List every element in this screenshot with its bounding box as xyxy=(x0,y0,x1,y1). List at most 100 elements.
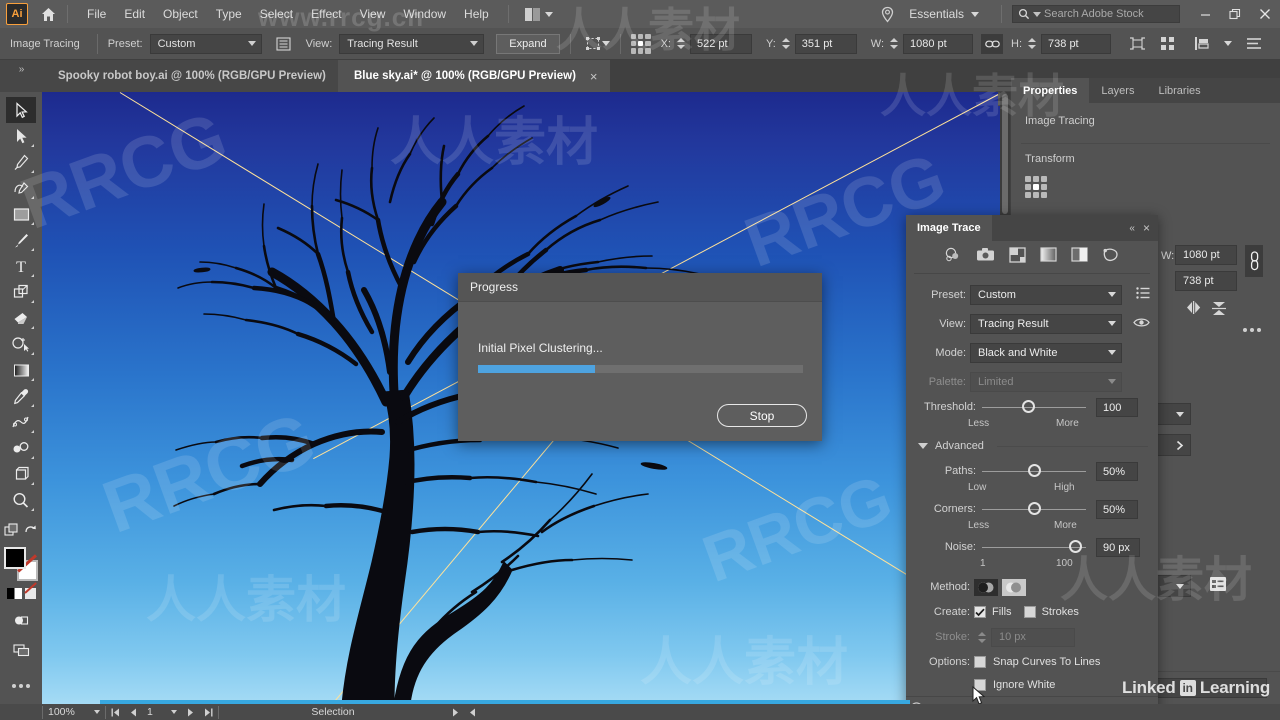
h-field[interactable]: 738 pt xyxy=(1041,33,1112,54)
pen-tool[interactable] xyxy=(6,149,36,175)
eyedropper-tool[interactable] xyxy=(6,383,36,409)
h-stepper[interactable] xyxy=(1026,38,1038,49)
list-options-icon[interactable] xyxy=(1209,576,1227,592)
first-page-icon[interactable] xyxy=(106,704,125,720)
scale-tool[interactable] xyxy=(6,279,36,305)
h-field[interactable]: 738 pt xyxy=(1175,271,1237,291)
reset-icon[interactable] xyxy=(21,517,40,543)
location-pin-icon[interactable] xyxy=(880,6,895,23)
y-stepper[interactable] xyxy=(780,38,792,49)
shape-builder-tool[interactable] xyxy=(6,331,36,357)
low-fidelity-photo-icon[interactable] xyxy=(1009,246,1026,268)
eye-icon[interactable] xyxy=(1133,315,1150,333)
w-stepper[interactable] xyxy=(888,38,900,49)
collapse-panel-icon[interactable]: « xyxy=(1129,223,1134,234)
selection-tool[interactable] xyxy=(6,97,36,123)
image-trace-panel-icon[interactable] xyxy=(272,33,296,55)
preset-dropdown[interactable]: Custom xyxy=(970,284,1122,305)
last-page-icon[interactable] xyxy=(199,704,218,720)
change-screen-mode-icon[interactable] xyxy=(2,517,21,543)
corners-value-field[interactable]: 50% xyxy=(1096,500,1138,519)
type-tool[interactable]: T xyxy=(6,253,36,279)
stop-button[interactable]: Stop xyxy=(717,404,807,427)
eraser-tool[interactable] xyxy=(6,305,36,331)
x-stepper[interactable] xyxy=(675,38,687,49)
link-dimensions-icon[interactable] xyxy=(981,33,1004,54)
symbol-sprayer-tool[interactable] xyxy=(6,435,36,461)
menu-type[interactable]: Type xyxy=(207,3,251,25)
noise-slider-knob[interactable] xyxy=(1069,540,1083,553)
next-page-icon[interactable] xyxy=(182,704,199,720)
strokes-checkbox[interactable] xyxy=(1023,606,1036,618)
outline-icon[interactable] xyxy=(1102,247,1120,268)
overlapping-method-icon[interactable] xyxy=(1002,578,1026,596)
close-button[interactable] xyxy=(1250,0,1280,28)
home-icon[interactable] xyxy=(40,6,57,23)
none-swatch-icon[interactable] xyxy=(24,588,36,599)
high-fidelity-photo-icon[interactable] xyxy=(976,247,995,267)
x-field[interactable]: 522 pt xyxy=(689,33,752,54)
flip-horizontal-icon[interactable] xyxy=(1185,300,1202,315)
snap-curves-checkbox[interactable] xyxy=(974,656,986,668)
menu-view[interactable]: View xyxy=(351,3,395,25)
view-dropdown[interactable]: Tracing Result xyxy=(339,33,485,54)
menu-effect[interactable]: Effect xyxy=(302,3,350,25)
menu-file[interactable]: File xyxy=(78,3,115,25)
more-options-icon[interactable] xyxy=(1243,328,1261,332)
tab-blue-sky[interactable]: Blue sky.ai* @ 100% (RGB/GPU Preview) × xyxy=(338,60,610,92)
chevron-down-icon[interactable] xyxy=(1224,41,1232,46)
menu-window[interactable]: Window xyxy=(394,3,455,25)
mode-dropdown[interactable]: Black and White xyxy=(970,342,1122,363)
shape-options-icon[interactable] xyxy=(1125,33,1149,55)
fill-swatch[interactable] xyxy=(4,547,26,569)
w-field[interactable]: 1080 pt xyxy=(903,33,974,54)
threshold-value-field[interactable]: 100 xyxy=(1096,398,1138,417)
tab-image-trace[interactable]: Image Trace xyxy=(906,215,992,241)
tab-spooky-robot-boy[interactable]: Spooky robot boy.ai @ 100% (RGB/GPU Prev… xyxy=(42,60,360,92)
scrollbar-thumb[interactable] xyxy=(1002,94,1008,214)
distribute-icon[interactable] xyxy=(1190,33,1214,55)
link-dimensions-icon[interactable] xyxy=(1245,245,1263,277)
tab-layers[interactable]: Layers xyxy=(1089,78,1146,103)
previous-page-icon[interactable] xyxy=(125,704,142,720)
rectangle-tool[interactable] xyxy=(6,201,36,227)
status-next-icon[interactable] xyxy=(447,704,464,720)
flip-vertical-icon[interactable] xyxy=(1211,300,1227,316)
w-field[interactable]: 1080 pt xyxy=(1175,245,1237,265)
panel-menu-icon[interactable] xyxy=(1136,286,1150,304)
search-adobe-stock-input[interactable]: Search Adobe Stock xyxy=(1012,5,1180,23)
workspace-switcher[interactable]: Essentials xyxy=(909,7,979,21)
menu-select[interactable]: Select xyxy=(251,3,302,25)
screen-mode-icon[interactable] xyxy=(6,637,36,663)
tab-libraries[interactable]: Libraries xyxy=(1146,78,1212,103)
close-icon[interactable]: × xyxy=(590,69,598,84)
reference-point-icon[interactable] xyxy=(1025,176,1047,198)
paths-slider-knob[interactable] xyxy=(1027,464,1041,477)
edit-toolbar-icon[interactable] xyxy=(6,673,36,699)
curvature-tool[interactable] xyxy=(6,175,36,201)
restore-button[interactable] xyxy=(1220,0,1250,28)
fills-checkbox[interactable] xyxy=(974,606,986,618)
direct-selection-tool[interactable] xyxy=(6,123,36,149)
abutting-method-icon[interactable] xyxy=(974,578,998,596)
blend-tool[interactable] xyxy=(6,409,36,435)
advanced-section-toggle[interactable]: Advanced xyxy=(906,436,1158,456)
gradient-swatch-icon[interactable] xyxy=(6,588,22,599)
menu-edit[interactable]: Edit xyxy=(115,3,154,25)
align-icon[interactable] xyxy=(1156,33,1180,55)
threshold-slider-knob[interactable] xyxy=(1022,400,1036,413)
reference-point-icon[interactable] xyxy=(630,33,651,54)
grayscale-icon[interactable] xyxy=(1040,247,1057,267)
paintbrush-tool[interactable] xyxy=(6,227,36,253)
menu-object[interactable]: Object xyxy=(154,3,207,25)
minimize-button[interactable] xyxy=(1190,0,1220,28)
menu-help[interactable]: Help xyxy=(455,3,498,25)
zoom-level-field[interactable]: 100% xyxy=(43,704,105,720)
arrange-documents-button[interactable] xyxy=(519,5,559,24)
y-field[interactable]: 351 pt xyxy=(794,33,857,54)
black-and-white-icon[interactable] xyxy=(1071,247,1088,267)
toolbar-expand-toggle[interactable]: » xyxy=(0,60,42,92)
artboard-tool[interactable] xyxy=(6,461,36,487)
auto-color-icon[interactable] xyxy=(944,247,962,268)
view-dropdown[interactable]: Tracing Result xyxy=(970,313,1122,334)
